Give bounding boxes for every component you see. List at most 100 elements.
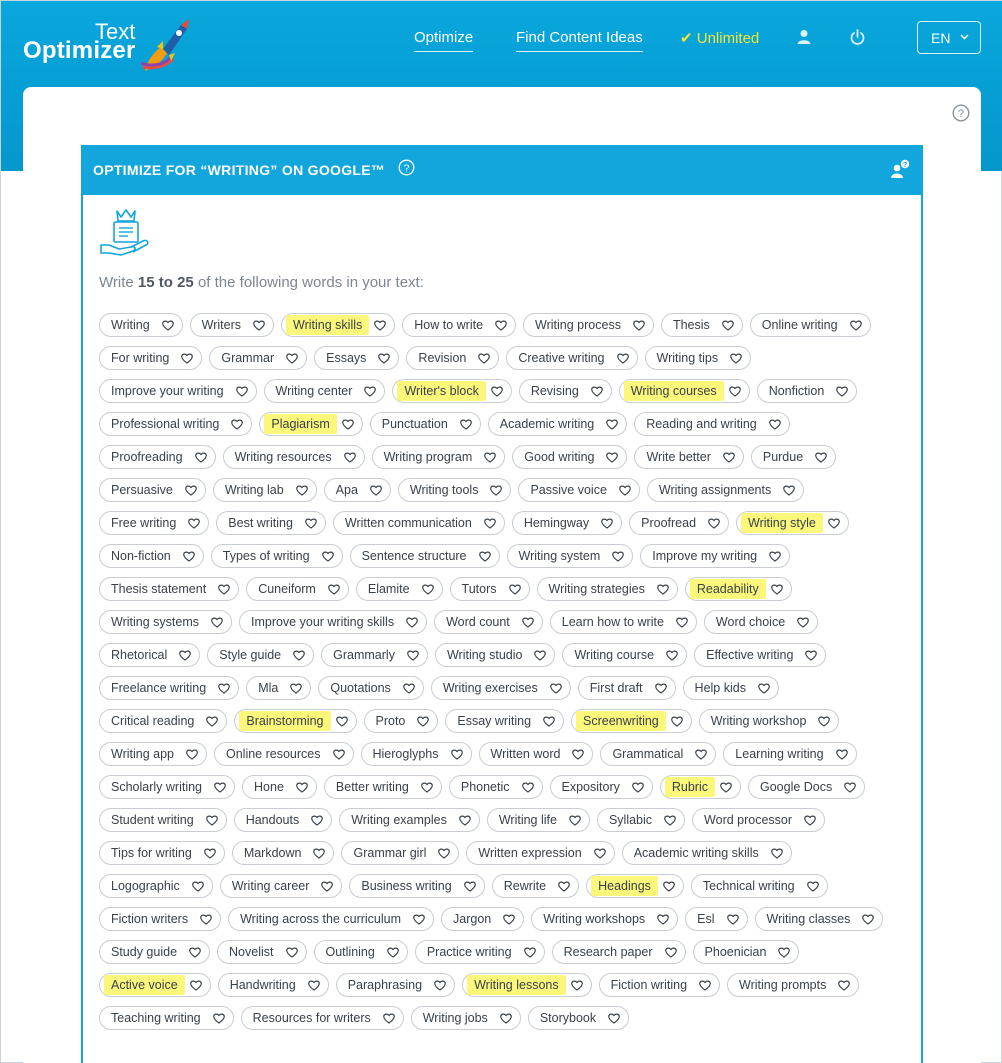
heart-icon[interactable] — [708, 518, 720, 529]
keyword-tag[interactable]: Passive voice — [518, 478, 640, 502]
keyword-tag[interactable]: Writing app — [99, 742, 207, 766]
keyword-tag[interactable]: Writing style — [736, 511, 849, 535]
keyword-tag[interactable]: Thesis statement — [99, 577, 240, 601]
heart-icon[interactable] — [212, 1013, 225, 1024]
nav-optimize-link[interactable]: Optimize — [414, 29, 474, 52]
panel-help-icon[interactable]: ? — [398, 159, 415, 181]
heart-icon[interactable] — [490, 386, 503, 397]
keyword-tag[interactable]: Writing course — [562, 643, 688, 667]
heart-icon[interactable] — [285, 947, 298, 958]
heart-icon[interactable] — [633, 320, 645, 331]
heart-icon[interactable] — [495, 320, 507, 331]
keyword-tag[interactable]: Business writing — [349, 874, 485, 898]
keyword-tag[interactable]: Syllabic — [596, 808, 686, 832]
heart-icon[interactable] — [214, 782, 226, 793]
heart-icon[interactable] — [490, 485, 503, 496]
keyword-tag[interactable]: Proto — [363, 709, 439, 733]
heart-icon[interactable] — [182, 551, 195, 562]
keyword-tag[interactable]: Practice writing — [414, 940, 545, 964]
keyword-tag[interactable]: Proofreading — [99, 445, 216, 469]
keyword-tag[interactable]: Better writing — [323, 775, 442, 799]
heart-icon[interactable] — [838, 980, 851, 991]
keyword-tag[interactable]: Critical reading — [99, 709, 228, 733]
keyword-tag[interactable]: Online resources — [214, 742, 354, 766]
heart-icon[interactable] — [728, 386, 741, 397]
keyword-tag[interactable]: Sentence structure — [349, 544, 500, 568]
keyword-tag[interactable]: Markdown — [231, 841, 335, 865]
keyword-tag[interactable]: Writing — [99, 313, 183, 337]
heart-icon[interactable] — [296, 782, 308, 793]
heart-icon[interactable] — [815, 452, 828, 463]
language-selector[interactable]: EN — [917, 21, 981, 54]
keyword-tag[interactable]: Rhetorical — [99, 643, 201, 667]
heart-icon[interactable] — [606, 419, 619, 430]
keyword-tag[interactable]: Apa — [323, 478, 391, 502]
heart-icon[interactable] — [606, 452, 619, 463]
heart-icon[interactable] — [508, 584, 521, 595]
heart-icon[interactable] — [619, 485, 631, 496]
keyword-tag[interactable]: Punctuation — [369, 412, 481, 436]
heart-icon[interactable] — [206, 716, 219, 727]
keyword-tag[interactable]: Writing tools — [397, 478, 512, 502]
keyword-tag[interactable]: Written expression — [466, 841, 615, 865]
keyword-tag[interactable]: Written communication — [332, 511, 505, 535]
keyword-tag[interactable]: Essay writing — [445, 709, 565, 733]
heart-icon[interactable] — [836, 386, 849, 397]
heart-icon[interactable] — [783, 485, 796, 496]
keyword-tag[interactable]: Revision — [406, 346, 500, 370]
keyword-tag[interactable]: Reading and writing — [634, 412, 790, 436]
heart-icon[interactable] — [327, 584, 340, 595]
heart-icon[interactable] — [305, 518, 317, 529]
heart-icon[interactable] — [307, 980, 320, 991]
keyword-tag[interactable]: Writing assignments — [646, 478, 805, 502]
heart-icon[interactable] — [569, 815, 581, 826]
heart-icon[interactable] — [676, 617, 688, 628]
heart-icon[interactable] — [612, 551, 625, 562]
heart-icon[interactable] — [235, 386, 248, 397]
heart-icon[interactable] — [402, 683, 415, 694]
keyword-tag[interactable]: Fiction writing — [598, 973, 721, 997]
heart-icon[interactable] — [463, 881, 476, 892]
heart-icon[interactable] — [828, 518, 840, 529]
heart-icon[interactable] — [656, 584, 669, 595]
heart-icon[interactable] — [231, 419, 244, 430]
heart-icon[interactable] — [406, 617, 418, 628]
keyword-tag[interactable]: Jargon — [441, 907, 525, 931]
keyword-tag[interactable]: Effective writing — [694, 643, 827, 667]
keyword-tag[interactable]: Phonetic — [448, 775, 543, 799]
keyword-tag[interactable]: Learning writing — [723, 742, 857, 766]
keyword-tag[interactable]: Writing career — [219, 874, 343, 898]
keyword-tag[interactable]: Writing center — [263, 379, 386, 403]
heart-icon[interactable] — [862, 914, 875, 925]
heart-icon[interactable] — [181, 353, 194, 364]
keyword-tag[interactable]: Purdue — [750, 445, 837, 469]
heart-icon[interactable] — [534, 650, 547, 661]
heart-icon[interactable] — [161, 320, 174, 331]
heart-icon[interactable] — [211, 617, 223, 628]
keyword-tag[interactable]: Tips for writing — [99, 841, 225, 865]
user-icon[interactable] — [797, 29, 811, 50]
keyword-tag[interactable]: Teaching writing — [99, 1006, 234, 1030]
heart-icon[interactable] — [341, 419, 354, 430]
keyword-tag[interactable]: Creative writing — [506, 346, 638, 370]
keyword-tag[interactable]: Word count — [434, 610, 543, 634]
keyword-tag[interactable]: Writing courses — [618, 379, 750, 403]
heart-icon[interactable] — [290, 683, 303, 694]
heart-icon[interactable] — [200, 914, 212, 925]
heart-icon[interactable] — [654, 683, 667, 694]
heart-icon[interactable] — [521, 782, 534, 793]
heart-icon[interactable] — [593, 848, 606, 859]
keyword-tag[interactable]: How to write — [402, 313, 517, 337]
keyword-tag[interactable]: Rubric — [659, 775, 741, 799]
keyword-tag[interactable]: Essays — [314, 346, 400, 370]
keyword-tag[interactable]: Elamite — [355, 577, 443, 601]
heart-icon[interactable] — [770, 848, 783, 859]
heart-icon[interactable] — [191, 881, 204, 892]
heart-icon[interactable] — [543, 716, 555, 727]
keyword-tag[interactable]: Style guide — [207, 643, 315, 667]
heart-icon[interactable] — [521, 617, 534, 628]
keyword-tag[interactable]: Fiction writers — [99, 907, 222, 931]
keyword-tag[interactable]: For writing — [99, 346, 203, 370]
heart-icon[interactable] — [844, 782, 857, 793]
heart-icon[interactable] — [364, 386, 377, 397]
